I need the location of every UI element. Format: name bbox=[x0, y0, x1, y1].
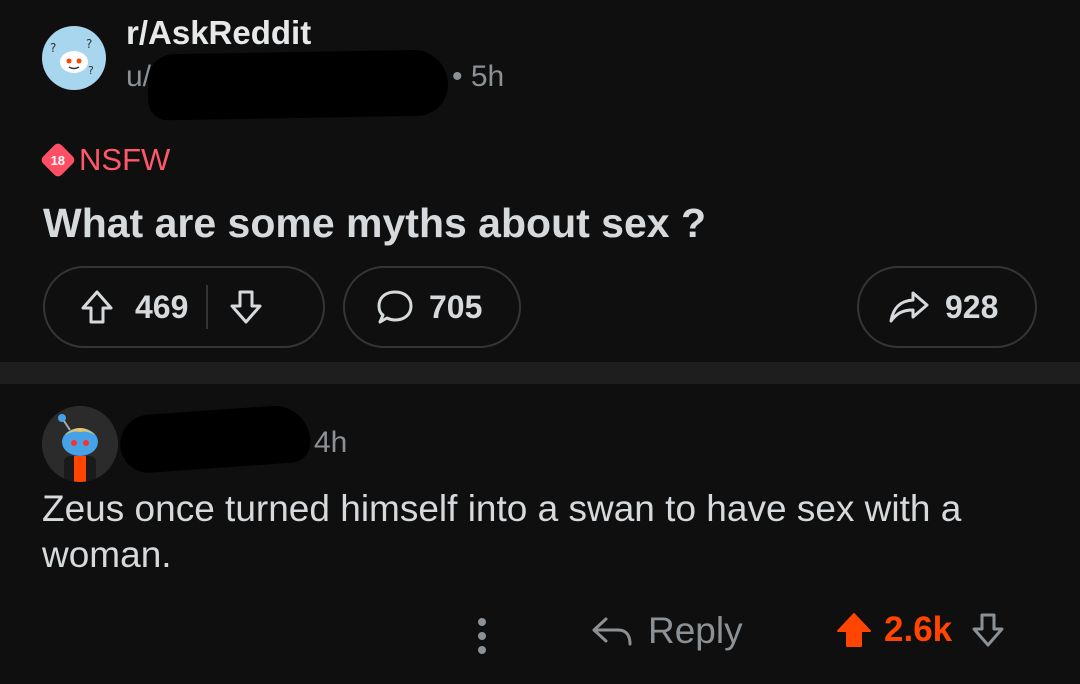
share-count: 928 bbox=[945, 288, 999, 325]
comment-time: 4h bbox=[314, 426, 348, 459]
comment-actions: Reply 2.6k bbox=[0, 606, 1080, 666]
nsfw-tag: 18 NSFW bbox=[39, 141, 171, 179]
post-title[interactable]: What are some myths about sex ? bbox=[43, 200, 706, 247]
comment-body: Zeus once turned himself into a swan to … bbox=[42, 488, 962, 575]
upvote-count: 469 bbox=[135, 288, 189, 325]
comments-button[interactable]: 705 bbox=[343, 266, 521, 348]
subreddit-name[interactable]: r/AskReddit bbox=[126, 14, 311, 52]
subreddit-avatar[interactable]: ? ? ? bbox=[42, 26, 106, 90]
downvote-icon[interactable] bbox=[226, 287, 266, 327]
section-divider bbox=[0, 362, 1080, 384]
comment-bubble-icon bbox=[375, 287, 415, 327]
vote-divider bbox=[206, 285, 209, 329]
vote-bar: 469 bbox=[43, 266, 325, 348]
nsfw-label: NSFW bbox=[79, 142, 171, 177]
comment-score: 2.6k bbox=[884, 610, 953, 649]
comment-count: 705 bbox=[429, 288, 483, 325]
commenter-avatar[interactable] bbox=[42, 406, 118, 482]
post-card: ? ? ? r/AskReddit u/ • 5h 18 NSFW What a… bbox=[0, 0, 1080, 362]
downvote-icon[interactable] bbox=[968, 610, 1008, 650]
reply-button[interactable]: Reply bbox=[590, 610, 743, 652]
nsfw-18-icon: 18 bbox=[39, 141, 77, 179]
share-arrow-icon bbox=[887, 287, 931, 327]
comment-card: 4h Zeus once turned himself into a swan … bbox=[0, 384, 1080, 684]
redaction-mark bbox=[147, 49, 449, 121]
share-button[interactable]: 928 bbox=[857, 266, 1037, 348]
more-options-icon[interactable] bbox=[470, 614, 494, 658]
upvote-icon[interactable] bbox=[77, 287, 117, 327]
comment-vote-bar: 2.6k bbox=[834, 610, 1008, 650]
svg-text:?: ? bbox=[50, 41, 56, 55]
upvote-filled-icon[interactable] bbox=[834, 610, 874, 650]
svg-text:?: ? bbox=[86, 37, 92, 51]
redaction-mark bbox=[118, 403, 312, 475]
post-time: • 5h bbox=[452, 60, 505, 93]
reply-arrow-icon bbox=[590, 611, 634, 651]
svg-text:?: ? bbox=[88, 64, 94, 77]
reply-label: Reply bbox=[648, 610, 743, 651]
